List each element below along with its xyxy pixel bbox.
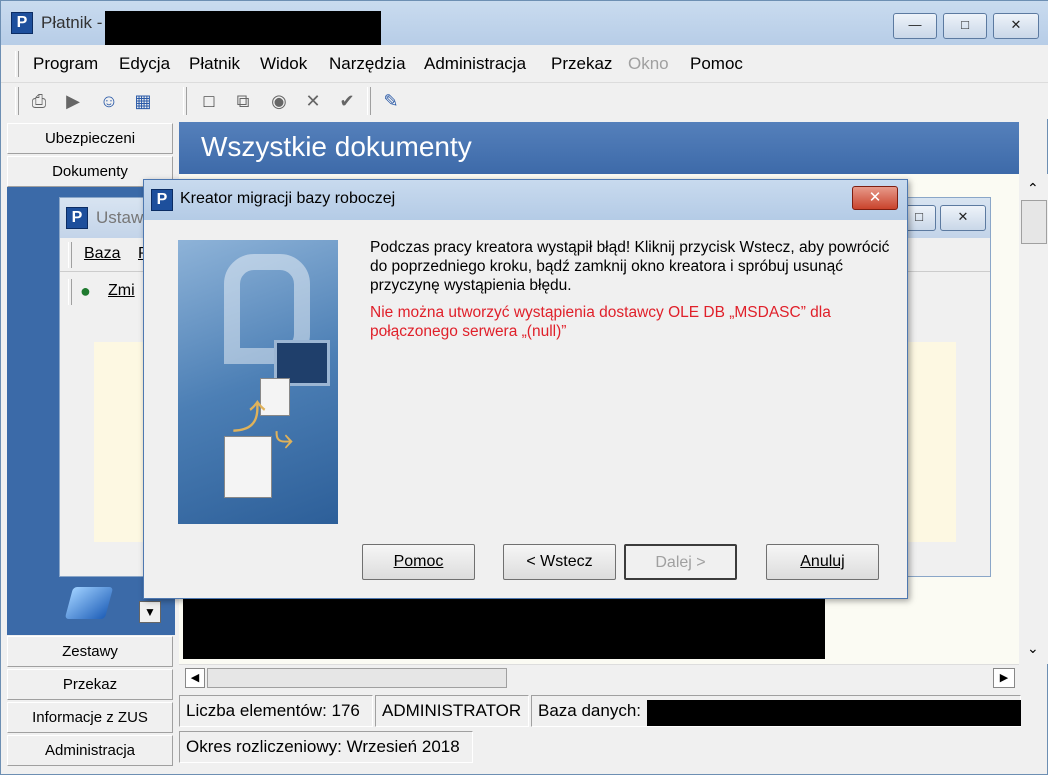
scroll-right-button[interactable]: ▶ bbox=[993, 668, 1015, 688]
globe-icon: ● bbox=[80, 281, 91, 301]
toolbar-separator bbox=[183, 87, 187, 115]
menu-przekaz[interactable]: Przekaz bbox=[551, 54, 612, 74]
wizard-illustration: ⤴ ⤷ bbox=[178, 240, 338, 524]
wizard-title-bar[interactable]: P Kreator migracji bazy roboczej ✕ bbox=[144, 180, 907, 220]
page-title: Wszystkie dokumenty bbox=[179, 122, 1019, 174]
menu-pomoc[interactable]: Pomoc bbox=[690, 54, 743, 74]
close-icon: ✕ bbox=[957, 209, 969, 224]
spreadsheet-icon bbox=[224, 436, 272, 498]
menu-edycja[interactable]: Edycja bbox=[119, 54, 170, 74]
toolbar-grip[interactable] bbox=[15, 87, 19, 115]
folder-icon bbox=[64, 587, 114, 619]
wizard-app-icon: P bbox=[151, 189, 173, 211]
status-user: ADMINISTRATOR bbox=[375, 695, 529, 727]
settings-close-button[interactable]: ✕ bbox=[940, 205, 986, 231]
settings-title: Ustaw bbox=[96, 208, 144, 227]
arrow-down-icon: ⤷ bbox=[274, 418, 294, 456]
title-bar[interactable]: P Płatnik - — □ ✕ bbox=[1, 1, 1048, 47]
restore-icon: □ bbox=[961, 17, 969, 32]
settings-toolbar-grip[interactable] bbox=[68, 279, 72, 305]
nav-ubezpieczeni[interactable]: Ubezpieczeni bbox=[7, 123, 173, 154]
toolbar: ⎙ ▶ ☺ ▦ □ ⧉ ◉ ✕ ✔ ✎ bbox=[1, 83, 1048, 119]
arrow-right-icon: ▶ bbox=[999, 672, 1009, 684]
copy-icon[interactable]: ⧉ bbox=[231, 89, 255, 113]
minimize-button[interactable]: — bbox=[893, 13, 937, 39]
toolbar-separator-2 bbox=[367, 87, 371, 115]
preview-icon[interactable]: ▶ bbox=[61, 89, 85, 113]
scroll-down-icon[interactable]: ⌄ bbox=[1027, 640, 1039, 657]
user-icon[interactable]: ☺ bbox=[97, 89, 121, 113]
menu-okno: Okno bbox=[628, 54, 669, 73]
print-icon[interactable]: ⎙ bbox=[27, 89, 51, 113]
scroll-left-button[interactable]: ◀ bbox=[185, 668, 205, 688]
edit-list-icon[interactable]: ✎ bbox=[379, 89, 403, 113]
horizontal-scroll-thumb[interactable] bbox=[207, 668, 507, 688]
wizard-error-message: Nie można utworzyć wystąpienia dostawcy … bbox=[370, 304, 831, 340]
nav-administracja[interactable]: Administracja bbox=[7, 735, 173, 766]
menu-widok[interactable]: Widok bbox=[260, 54, 307, 74]
menu-bar: Program Edycja Płatnik Widok Narzędzia A… bbox=[1, 45, 1048, 83]
nav-dropdown-button[interactable]: ▼ bbox=[139, 601, 161, 623]
app-icon: P bbox=[11, 12, 33, 34]
status-period: Okres rozliczeniowy: Wrzesień 2018 bbox=[179, 731, 473, 763]
settings-app-icon: P bbox=[66, 207, 88, 229]
delete-icon[interactable]: ✕ bbox=[301, 89, 325, 113]
redacted-title bbox=[105, 11, 381, 47]
report-icon[interactable]: ▦ bbox=[131, 89, 155, 113]
nav-zestawy[interactable]: Zestawy bbox=[7, 636, 173, 667]
check-icon[interactable]: ✔ bbox=[335, 89, 359, 113]
new-document-icon[interactable]: □ bbox=[197, 89, 221, 113]
arrow-left-icon: ◀ bbox=[190, 672, 200, 684]
next-button: Dalej > bbox=[624, 544, 737, 580]
menu-grip[interactable] bbox=[15, 51, 19, 77]
maximize-button[interactable]: □ bbox=[943, 13, 987, 39]
settings-menu-grip[interactable] bbox=[68, 242, 72, 268]
nav-informacje-z-zus[interactable]: Informacje z ZUS bbox=[7, 702, 173, 733]
window-title: Płatnik - bbox=[41, 13, 103, 32]
cancel-button[interactable]: Anuluj bbox=[766, 544, 879, 580]
horizontal-scrollbar[interactable]: ◀ ▶ bbox=[179, 664, 1019, 690]
close-icon: ✕ bbox=[1010, 17, 1022, 32]
back-button[interactable]: < Wstecz bbox=[503, 544, 616, 580]
status-count: Liczba elementów: 176 bbox=[179, 695, 373, 727]
close-icon: ✕ bbox=[868, 189, 882, 206]
vertical-scrollbar[interactable]: ⌃ ⌄ bbox=[1019, 174, 1048, 664]
status-db-label: Baza danych: bbox=[538, 701, 642, 720]
help-button[interactable]: Pomoc bbox=[362, 544, 475, 580]
redacted-content bbox=[183, 599, 825, 659]
migration-wizard-dialog: P Kreator migracji bazy roboczej ✕ ⤴ ⤷ P… bbox=[143, 179, 908, 599]
wizard-message: Podczas pracy kreatora wystąpił błąd! Kl… bbox=[370, 239, 890, 294]
wizard-title: Kreator migracji bazy roboczej bbox=[180, 190, 396, 207]
settings-menu-baza[interactable]: Baza bbox=[84, 245, 120, 263]
minimize-icon: — bbox=[908, 17, 922, 32]
vertical-scroll-thumb[interactable] bbox=[1021, 200, 1047, 244]
chevron-down-icon: ▼ bbox=[144, 605, 156, 619]
menu-program[interactable]: Program bbox=[33, 54, 98, 74]
settings-toolbar-partial[interactable]: Zmi bbox=[108, 282, 135, 300]
close-button[interactable]: ✕ bbox=[993, 13, 1039, 39]
redacted-db-name bbox=[647, 700, 1021, 726]
arrow-up-icon: ⤴ bbox=[232, 399, 266, 437]
restore-icon: □ bbox=[915, 209, 923, 224]
view-icon[interactable]: ◉ bbox=[267, 89, 291, 113]
menu-administracja[interactable]: Administracja bbox=[424, 54, 526, 74]
menu-platnik[interactable]: Płatnik bbox=[189, 54, 240, 74]
wizard-close-button[interactable]: ✕ bbox=[852, 186, 898, 210]
main-window: P Płatnik - — □ ✕ Program Edycja Płatnik… bbox=[0, 0, 1048, 775]
menu-narzedzia[interactable]: Narzędzia bbox=[329, 54, 406, 74]
scroll-up-icon[interactable]: ⌃ bbox=[1027, 180, 1039, 197]
nav-przekaz[interactable]: Przekaz bbox=[7, 669, 173, 700]
